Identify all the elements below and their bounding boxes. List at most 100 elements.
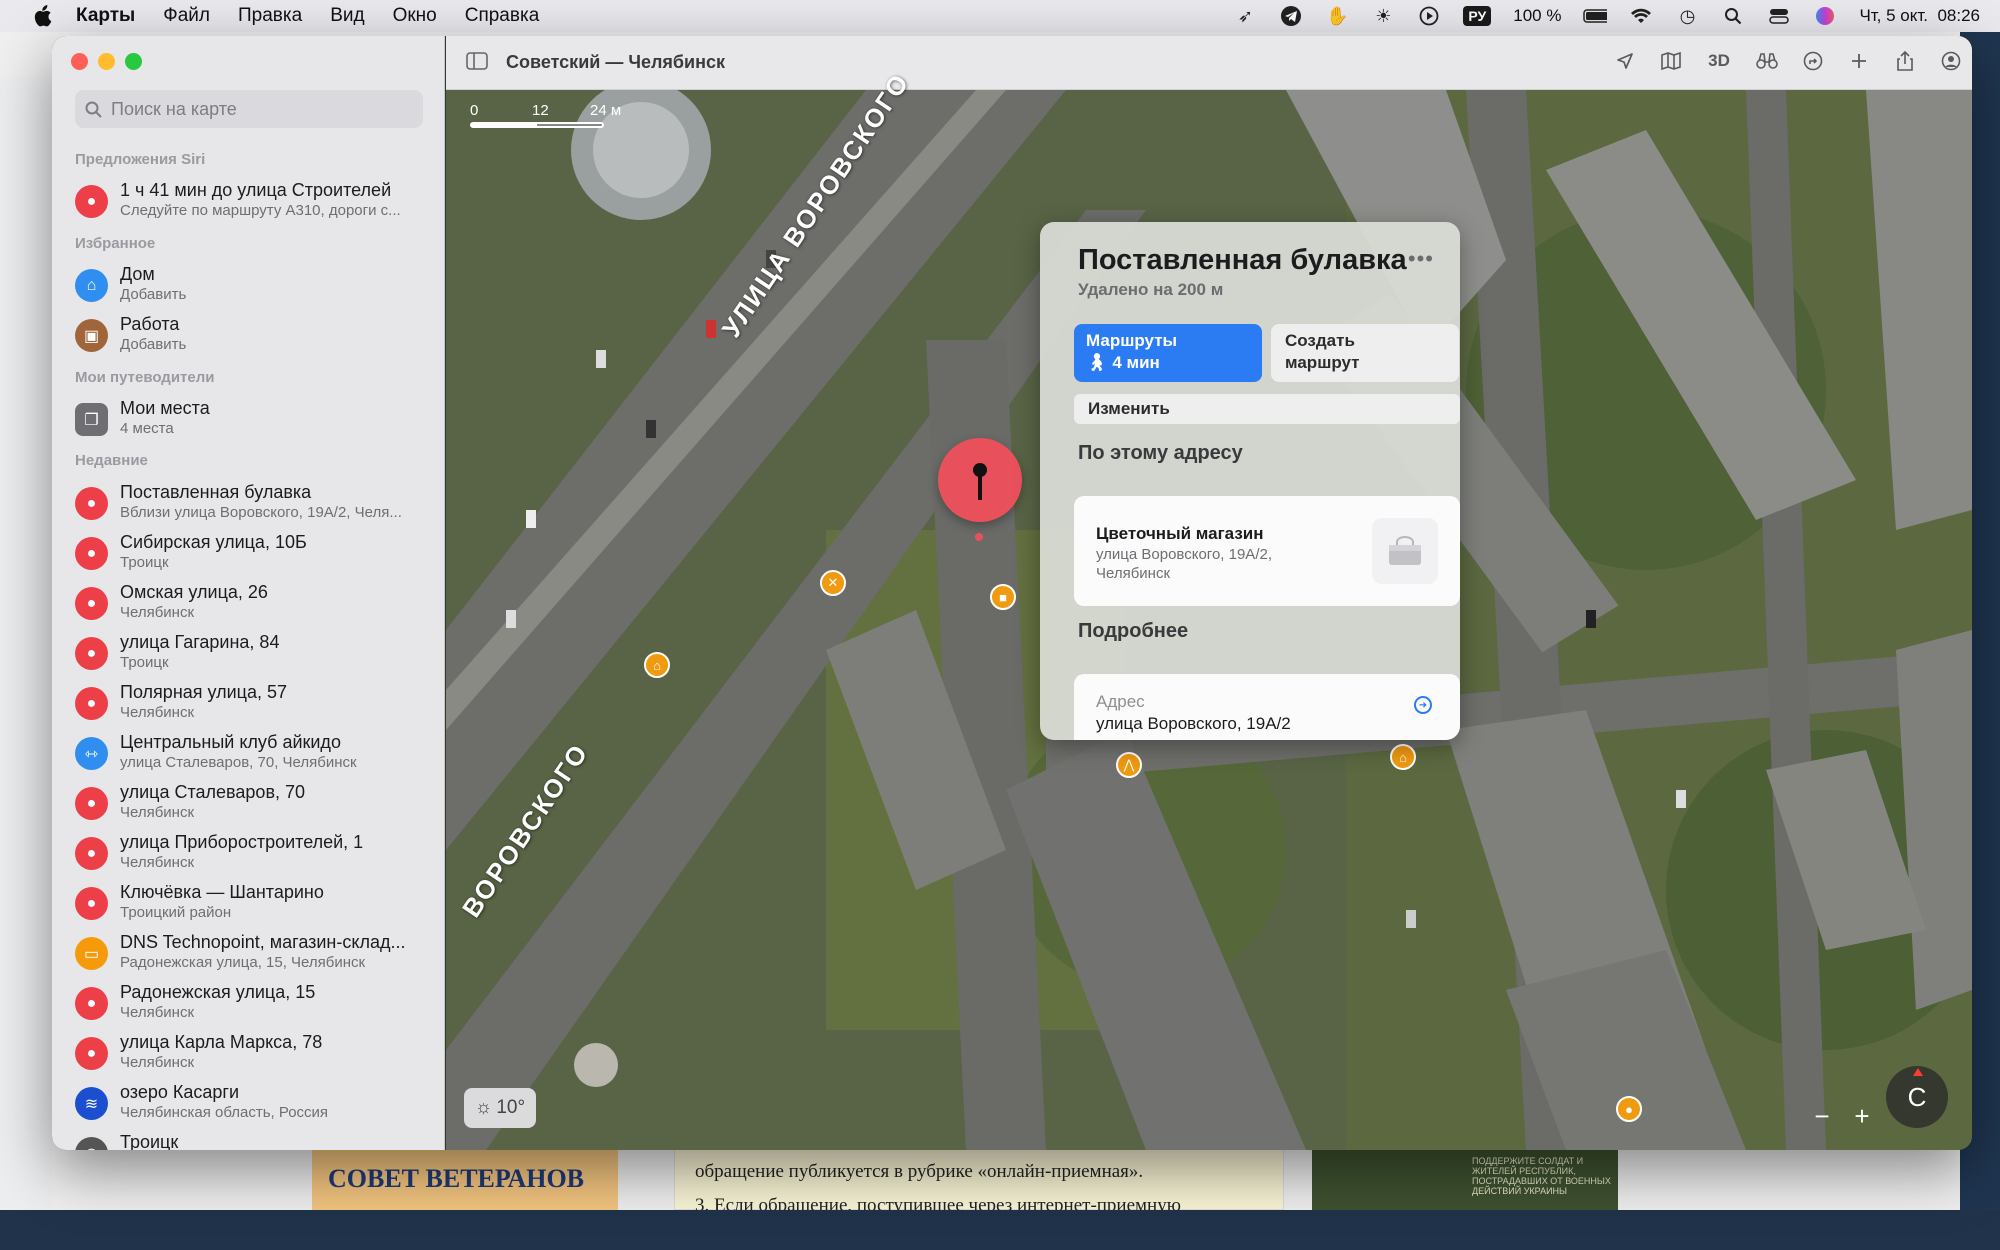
map-pin-icon: ● <box>75 837 108 870</box>
search-input[interactable]: Поиск на карте <box>75 90 423 128</box>
map-pin-icon: ● <box>75 537 108 570</box>
favorite-home[interactable]: ⌂ Дом Добавить <box>75 262 430 308</box>
menu-view[interactable]: Вид <box>330 5 364 27</box>
routes-button[interactable]: Маршруты 🚶︎ 4 мин <box>1074 324 1262 382</box>
background-banner-veterans[interactable]: СОВЕТ ВЕТЕРАНОВ <box>312 1148 618 1210</box>
menu-file[interactable]: Файл <box>163 5 210 27</box>
input-language-badge[interactable]: РУ <box>1463 6 1492 26</box>
map-toolbar: Советский — Челябинск 3D <box>446 36 1972 90</box>
guide-my-places[interactable]: ❐ Мои места 4 места <box>75 396 430 442</box>
item-subtitle: Челябинск <box>120 604 195 621</box>
share-icon[interactable] <box>1892 48 1918 74</box>
background-banner-support[interactable]: ПОДДЕРЖИТЕ СОЛДАТ И ЖИТЕЛЕЙ РЕСПУБЛИК, П… <box>1312 1148 1618 1210</box>
recent-item[interactable]: ● Радонежская улица, 15 Челябинск <box>75 980 430 1026</box>
place-card-title: Поставленная булавка <box>1078 244 1407 276</box>
recent-item[interactable]: ◉ Троицк <box>75 1130 430 1150</box>
vpn-rocket-icon[interactable]: ➶ <box>1233 5 1257 27</box>
recent-item[interactable]: ● Ключёвка — Шантарино Троицкий район <box>75 880 430 926</box>
map-view[interactable]: Советский — Челябинск 3D 0 12 24 м УЛИЦА… <box>446 36 1972 1150</box>
map-pin-icon: ● <box>75 987 108 1020</box>
zoom-controls: − + <box>1802 1098 1882 1134</box>
menu-edit[interactable]: Правка <box>238 5 302 27</box>
create-route-button[interactable]: Создать маршрут <box>1271 324 1459 382</box>
siri-icon[interactable] <box>1813 5 1837 27</box>
recent-item[interactable]: ▭ DNS Technopoint, магазин-склад... Радо… <box>75 930 430 976</box>
3d-toggle-button[interactable]: 3D <box>1704 48 1734 74</box>
item-subtitle: Челябинск <box>120 1004 195 1021</box>
recent-item[interactable]: ● Полярная улица, 57 Челябинск <box>75 680 430 726</box>
scale-label-mid: 12 <box>532 102 549 119</box>
wifi-icon[interactable] <box>1629 5 1653 27</box>
menu-help[interactable]: Справка <box>465 5 540 27</box>
menu-window[interactable]: Окно <box>393 5 437 27</box>
play-icon[interactable] <box>1417 5 1441 27</box>
recent-item[interactable]: ≋ озеро Касарги Челябинская область, Рос… <box>75 1080 430 1126</box>
weather-widget[interactable]: ☼ 10° <box>464 1088 536 1128</box>
dumbbell-icon: ⇿ <box>75 737 108 770</box>
guides-stack-icon: ❐ <box>75 403 108 436</box>
section-favorites: Избранное <box>75 235 156 252</box>
sunrise-icon[interactable]: ☀ <box>1371 5 1395 27</box>
favorite-work[interactable]: ▣ Работа Добавить <box>75 312 430 358</box>
recent-item[interactable]: ⇿ Центральный клуб айкидо улица Сталевар… <box>75 730 430 776</box>
item-title: Сибирская улица, 10Б <box>120 532 307 552</box>
hand-icon[interactable]: ✋ <box>1325 5 1349 27</box>
add-icon[interactable] <box>1846 48 1872 74</box>
place-card: Поставленная булавка Удалено на 200 м ••… <box>1040 222 1460 740</box>
apple-logo-icon[interactable] <box>28 5 56 27</box>
address-detail-item[interactable]: Адрес улица Воровского, 19А/2 ➜ <box>1074 674 1460 740</box>
battery-icon[interactable] <box>1583 5 1608 27</box>
playground-poi-icon[interactable]: ⋀ <box>1116 752 1142 778</box>
sun-icon: ☼ <box>474 1097 493 1118</box>
item-subtitle: Троицк <box>120 554 169 571</box>
shop-poi-icon[interactable]: ■ <box>990 584 1016 610</box>
telegram-icon[interactable] <box>1279 5 1303 27</box>
item-title: Полярная улица, 57 <box>120 682 288 702</box>
recent-item[interactable]: ● Поставленная булавка Вблизи улица Воро… <box>75 480 430 526</box>
control-center-icon[interactable] <box>1767 5 1791 27</box>
service-poi-icon[interactable]: ● <box>1616 1096 1642 1122</box>
more-options-icon[interactable]: ••• <box>1408 246 1434 272</box>
map-mode-icon[interactable] <box>1658 48 1684 74</box>
map-pin-icon: ● <box>75 587 108 620</box>
water-icon: ≋ <box>75 1087 108 1120</box>
dropped-pin-marker[interactable] <box>938 438 1022 522</box>
zoom-in-button[interactable]: + <box>1854 1101 1869 1132</box>
item-title: улица Гагарина, 84 <box>120 632 280 652</box>
recent-item[interactable]: ● улица Карла Маркса, 78 Челябинск <box>75 1030 430 1076</box>
current-location-icon[interactable] <box>1612 48 1638 74</box>
compass-button[interactable]: С <box>1886 1066 1948 1128</box>
recent-item[interactable]: ● улица Гагарина, 84 Троицк <box>75 630 430 676</box>
look-around-binoculars-icon[interactable] <box>1754 48 1780 74</box>
education-poi-icon[interactable]: ⌂ <box>1390 744 1416 770</box>
directions-icon[interactable] <box>1800 48 1826 74</box>
close-window-button[interactable] <box>71 53 88 70</box>
edit-button[interactable]: Изменить <box>1074 394 1460 424</box>
maps-window: Поиск на карте Предложения Siri ● 1 ч 41… <box>52 36 1972 1150</box>
directions-small-icon[interactable]: ➜ <box>1414 696 1432 714</box>
create-route-label-2: маршрут <box>1285 353 1360 373</box>
time-machine-icon[interactable]: ◷ <box>1675 5 1699 27</box>
spotlight-search-icon[interactable] <box>1721 5 1745 27</box>
item-title: DNS Technopoint, магазин-склад... <box>120 932 406 952</box>
recent-item[interactable]: ● улица Приборостроителей, 1 Челябинск <box>75 830 430 876</box>
banner-text: СОВЕТ ВЕТЕРАНОВ <box>328 1164 585 1193</box>
sidebar-toggle-icon[interactable] <box>466 52 488 70</box>
zoom-out-button[interactable]: − <box>1814 1101 1829 1132</box>
sidebar: Поиск на карте Предложения Siri ● 1 ч 41… <box>52 36 445 1150</box>
restaurant-poi-icon[interactable]: ✕ <box>820 570 846 596</box>
clock-datetime[interactable]: Чт, 5 окт. 08:26 <box>1859 6 1980 26</box>
zoom-window-button[interactable] <box>125 53 142 70</box>
place-address-line-2: Челябинск <box>1096 565 1171 582</box>
section-recents: Недавние <box>75 452 148 469</box>
siri-suggestion-item[interactable]: ● 1 ч 41 мин до улица Строителей Следуйт… <box>75 178 430 224</box>
recent-item[interactable]: ● Омская улица, 26 Челябинск <box>75 580 430 626</box>
account-icon[interactable] <box>1938 48 1964 74</box>
landmark-poi-icon[interactable]: ⌂ <box>644 652 670 678</box>
menu-app-name[interactable]: Карты <box>76 5 135 27</box>
place-at-address-item[interactable]: Цветочный магазин улица Воровского, 19А/… <box>1074 496 1460 606</box>
recent-item[interactable]: ● Сибирская улица, 10Б Троицк <box>75 530 430 576</box>
pin-icon <box>973 463 987 500</box>
minimize-window-button[interactable] <box>98 53 115 70</box>
recent-item[interactable]: ● улица Сталеваров, 70 Челябинск <box>75 780 430 826</box>
